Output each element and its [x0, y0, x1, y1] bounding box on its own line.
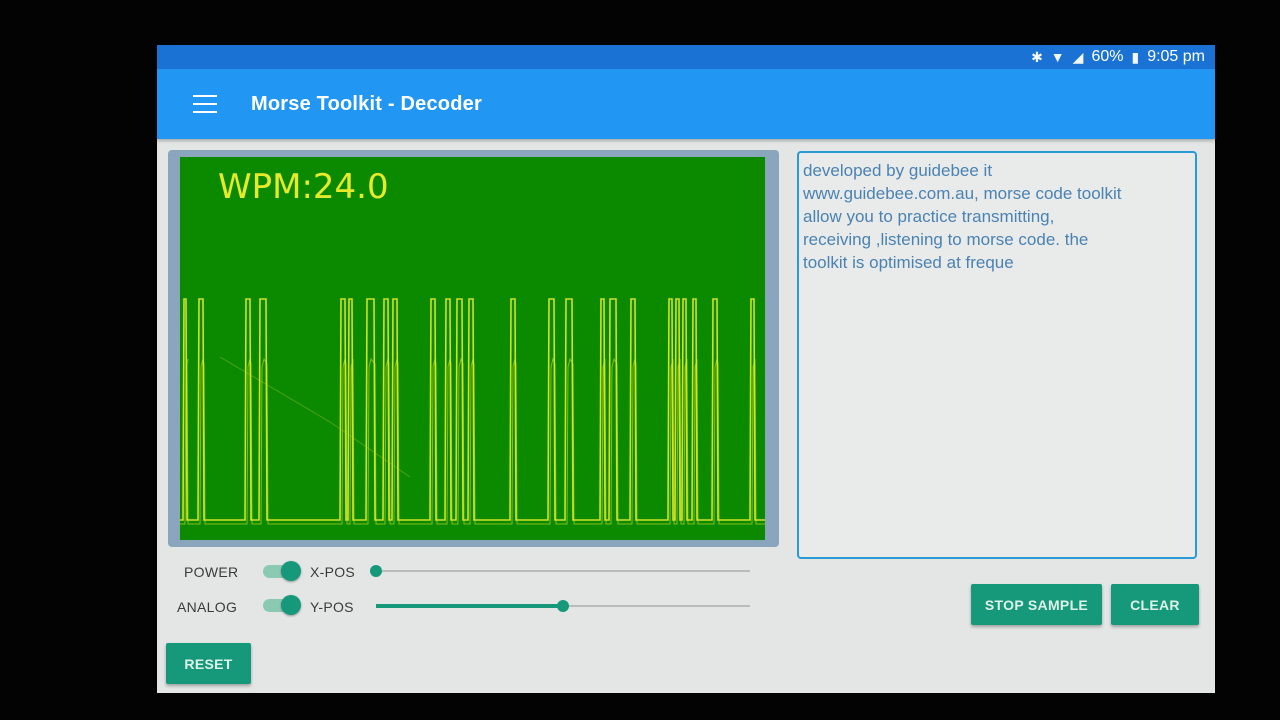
xpos-slider[interactable]: [370, 564, 750, 578]
wifi-icon: ▼: [1050, 49, 1065, 65]
signal-trace-canvas: [180, 298, 765, 525]
decoded-text-area[interactable]: developed by guidebee it www.guidebee.co…: [797, 151, 1197, 559]
ypos-label: Y-POS: [310, 599, 354, 615]
app-bar: Morse Toolkit - Decoder: [157, 69, 1215, 139]
analog-switch[interactable]: [263, 594, 301, 616]
clear-button[interactable]: CLEAR: [1111, 584, 1199, 625]
oscilloscope-frame: WPM:24.0: [168, 150, 779, 547]
ypos-slider[interactable]: [376, 599, 750, 613]
oscilloscope-display: WPM:24.0: [180, 157, 765, 540]
clock: 9:05 pm: [1147, 48, 1205, 65]
reset-button[interactable]: RESET: [166, 643, 251, 684]
analog-label: ANALOG: [177, 599, 238, 615]
power-switch[interactable]: [263, 560, 301, 582]
xpos-slider-rail: [376, 570, 750, 572]
ypos-slider-knob[interactable]: [557, 600, 569, 612]
bluetooth-icon: ✱: [1031, 48, 1043, 65]
stop-sample-button[interactable]: STOP SAMPLE: [971, 584, 1102, 625]
status-bar: ✱ ▼ ◢ 60% ▮ 9:05 pm: [157, 45, 1215, 69]
signal-trace-fade: [219, 356, 411, 478]
app-title: Morse Toolkit - Decoder: [251, 92, 482, 115]
xpos-label: X-POS: [310, 564, 356, 580]
device-screen: ✱ ▼ ◢ 60% ▮ 9:05 pm Morse Toolkit - Deco…: [157, 45, 1215, 693]
battery-percent: 60%: [1091, 48, 1124, 65]
battery-icon: ▮: [1131, 48, 1140, 65]
signal-icon: ◢: [1072, 48, 1084, 65]
analog-switch-thumb: [281, 595, 301, 615]
power-label: POWER: [184, 564, 239, 580]
signal-trace-echo: [180, 357, 765, 525]
xpos-slider-knob[interactable]: [370, 565, 382, 577]
ypos-slider-fill: [376, 604, 563, 608]
menu-icon[interactable]: [193, 95, 217, 113]
power-switch-thumb: [281, 561, 301, 581]
